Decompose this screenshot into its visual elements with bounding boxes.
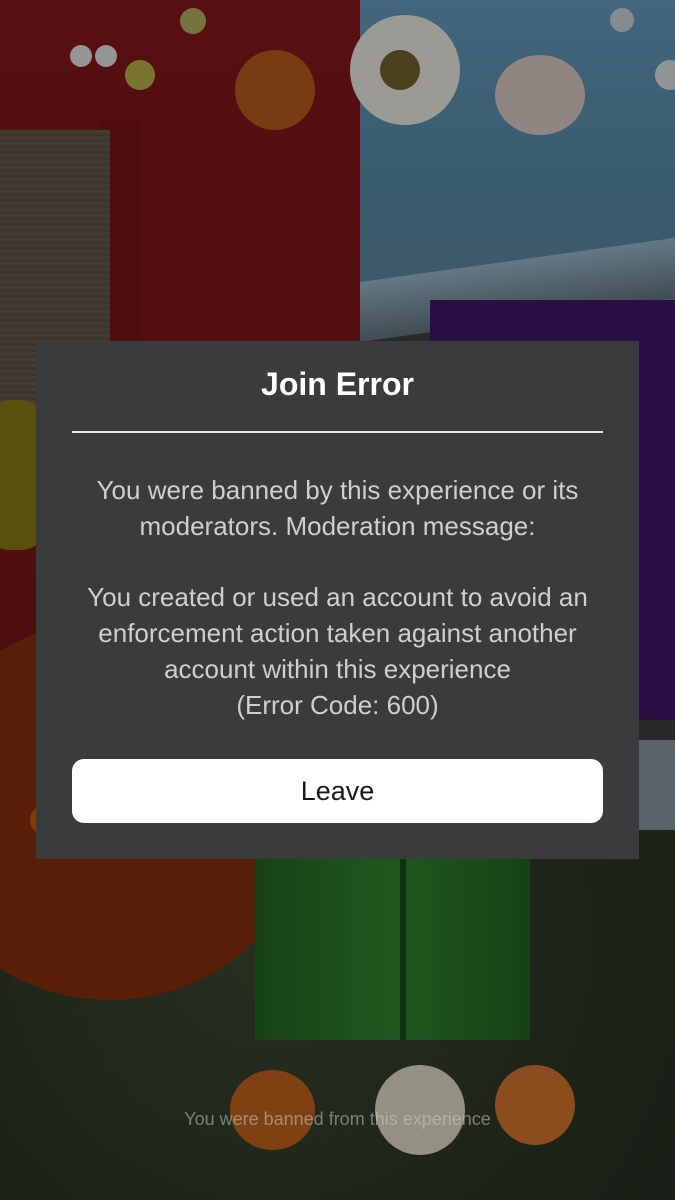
leave-button[interactable]: Leave	[72, 759, 603, 823]
ban-message: You were banned by this experience or it…	[96, 475, 579, 541]
ban-toast: You were banned from this experience	[184, 1109, 491, 1129]
error-code: (Error Code: 600)	[236, 690, 439, 720]
dialog-title: Join Error	[261, 366, 414, 402]
moderation-reason: You created or used an account to avoid …	[87, 582, 588, 684]
moderation-message: You created or used an account to avoid …	[60, 579, 615, 723]
title-divider	[72, 431, 603, 433]
